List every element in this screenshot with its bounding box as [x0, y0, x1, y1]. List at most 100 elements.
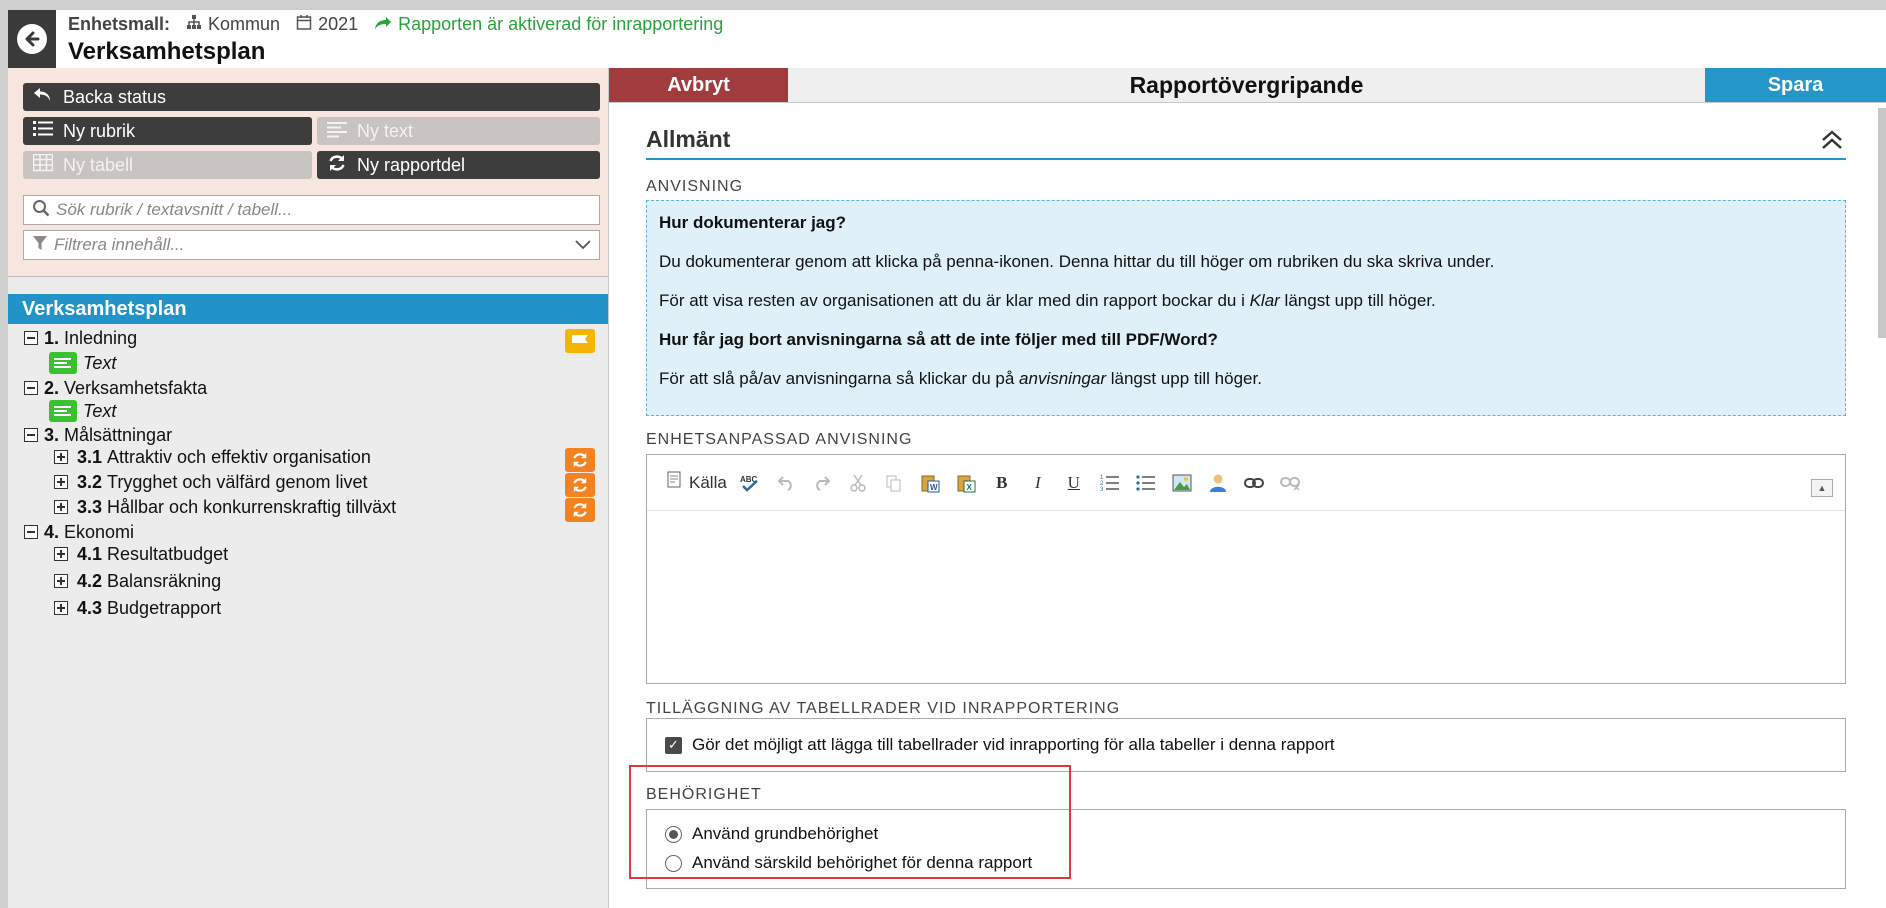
tree-item-label: Text [83, 352, 117, 373]
new-report-part-button[interactable]: Ny rapportdel [317, 151, 600, 179]
tree-item-num: 3.1 [77, 446, 103, 467]
back-button[interactable] [8, 10, 56, 68]
paste-word-icon[interactable]: W [917, 470, 943, 496]
tree-item-3-3[interactable]: 3.3 Hållbar och konkurrenskraftig tillvä… [54, 494, 396, 520]
search-placeholder: Sök rubrik / textavsnitt / tabell... [56, 200, 293, 219]
editor-toolbar: Källa ABC W X B I U 123 [647, 455, 1845, 511]
tree-item-4-2[interactable]: 4.2 Balansräkning [54, 568, 221, 594]
cancel-button[interactable]: Avbryt [609, 68, 788, 102]
undo-icon[interactable] [773, 470, 799, 496]
sync-icon[interactable] [565, 448, 595, 472]
paste-excel-icon[interactable]: X [953, 470, 979, 496]
collapse-icon[interactable] [24, 381, 38, 395]
tree-item-3-1[interactable]: 3.1 Attraktiv och effektiv organisation [54, 444, 371, 470]
page-title: Verksamhetsplan [68, 38, 266, 65]
toolbar-collapse-icon[interactable]: ▲ [1811, 479, 1833, 497]
user-icon[interactable] [1205, 470, 1231, 496]
link-icon[interactable] [1241, 470, 1267, 496]
tree-item-num: 4.2 [77, 570, 103, 591]
spellcheck-icon[interactable]: ABC [737, 470, 763, 496]
flag-icon[interactable] [565, 329, 595, 353]
source-button[interactable]: Källa [665, 470, 727, 496]
search-input[interactable]: Sök rubrik / textavsnitt / tabell... [23, 195, 600, 225]
bullet-list-icon[interactable] [1133, 470, 1159, 496]
tree-item-num: 3. [44, 424, 60, 445]
tree-item-num: 2. [44, 377, 60, 398]
redo-icon[interactable] [809, 470, 835, 496]
checkbox-checked[interactable]: ✓ [665, 736, 682, 754]
tree-item-label: Inledning [64, 327, 138, 348]
svg-text:3: 3 [1100, 487, 1104, 493]
instruction-question: Hur dokumenterar jag? [659, 213, 847, 232]
expand-icon[interactable] [54, 547, 68, 561]
undo-arrow-icon [33, 86, 53, 109]
new-text-button[interactable]: Ny text [317, 117, 600, 145]
page-header: Enhetsmall: Kommun 2021 Rapporten är akt… [8, 10, 1886, 69]
tree-item-4-3[interactable]: 4.3 Budgetrapport [54, 595, 221, 621]
rich-text-editor[interactable]: Källa ABC W X B I U 123 ▲ [646, 454, 1846, 684]
expand-icon[interactable] [54, 601, 68, 615]
tree-item-text[interactable]: Text [49, 398, 116, 424]
sync-icon[interactable] [565, 498, 595, 522]
collapse-icon[interactable] [24, 525, 38, 539]
highlight-box [629, 765, 1071, 879]
numbered-list-icon[interactable]: 123 [1097, 470, 1123, 496]
copy-icon[interactable] [881, 470, 907, 496]
underline-icon[interactable]: U [1061, 470, 1087, 496]
tree-root[interactable]: Verksamhetsplan [8, 294, 608, 324]
tree-item-label: Ekonomi [64, 521, 135, 542]
instruction-sentence: längst upp till höger. [1279, 291, 1436, 310]
collapse-icon[interactable] [24, 331, 38, 345]
save-button[interactable]: Spara [1705, 68, 1886, 102]
sync-icon[interactable] [565, 473, 595, 497]
tree-item-label: Verksamhetsfakta [64, 377, 208, 398]
cut-icon[interactable] [845, 470, 871, 496]
filter-placeholder: Filtrera innehåll... [54, 235, 185, 254]
left-panel: Backa status Ny rubrik Ny text Ny tabell… [8, 68, 609, 908]
tree-item-label: Attraktiv och effektiv organisation [107, 446, 371, 467]
tree-item-label: Trygghet och välfärd genom livet [107, 471, 368, 492]
expand-icon[interactable] [54, 574, 68, 588]
new-heading-button[interactable]: Ny rubrik [23, 117, 312, 145]
filter-dropdown[interactable]: Filtrera innehåll... [23, 230, 600, 260]
table-icon [32, 153, 54, 177]
action-bar: Avbryt Rapportövergripande Spara [609, 68, 1886, 103]
instruction-sentence: längst upp till höger. [1105, 369, 1262, 388]
collapse-icon[interactable] [24, 428, 38, 442]
scrollbar[interactable] [1878, 108, 1886, 338]
expand-icon[interactable] [54, 475, 68, 489]
back-status-button[interactable]: Backa status [23, 83, 600, 111]
expand-icon[interactable] [54, 500, 68, 514]
image-icon[interactable] [1169, 470, 1195, 496]
refresh-icon [327, 154, 347, 177]
table-rows-box: ✓ Gör det möjligt att lägga till tabellr… [646, 718, 1846, 772]
collapse-section-icon[interactable] [1821, 130, 1843, 155]
expand-icon[interactable] [54, 450, 68, 464]
instruction-sentence: Du dokumenterar genom att klicka på penn… [659, 252, 1495, 271]
instruction-text: Du dokumenterar genom att klicka på penn… [659, 250, 1833, 273]
new-heading-label: Ny rubrik [63, 120, 136, 141]
tree-item-label: Hållbar och konkurrenskraftig tillväxt [107, 496, 397, 517]
table-rows-option[interactable]: ✓ Gör det möjligt att lägga till tabellr… [665, 735, 1335, 755]
tree-item-num: 1. [44, 327, 60, 348]
list-icon [33, 120, 53, 143]
instruction-text: För att visa resten av organisationen at… [659, 289, 1833, 312]
instruction-text: För att slå på/av anvisningarna så klick… [659, 367, 1833, 390]
source-label: Källa [689, 472, 727, 492]
bold-icon[interactable]: B [989, 470, 1015, 496]
tree-item-1[interactable]: 1. Inledning [24, 325, 137, 351]
tree-item-text[interactable]: Text [49, 350, 116, 376]
report-year: 2021 [318, 14, 359, 34]
tree-item-3-2[interactable]: 3.2 Trygghet och välfärd genom livet [54, 469, 368, 495]
tree-item-4-1[interactable]: 4.1 Resultatbudget [54, 541, 228, 567]
italic-icon[interactable]: I [1025, 470, 1051, 496]
unlink-icon[interactable] [1277, 470, 1303, 496]
panel-title: Rapportövergripande [1129, 71, 1364, 98]
new-table-button[interactable]: Ny tabell [23, 151, 312, 179]
section-divider [646, 158, 1846, 160]
instruction-emphasis: Klar [1249, 291, 1280, 310]
section-title: Allmänt [646, 126, 731, 152]
org-name: Kommun [208, 14, 281, 34]
tree-item-label: Resultatbudget [107, 543, 229, 564]
new-text-label: Ny text [357, 120, 414, 141]
